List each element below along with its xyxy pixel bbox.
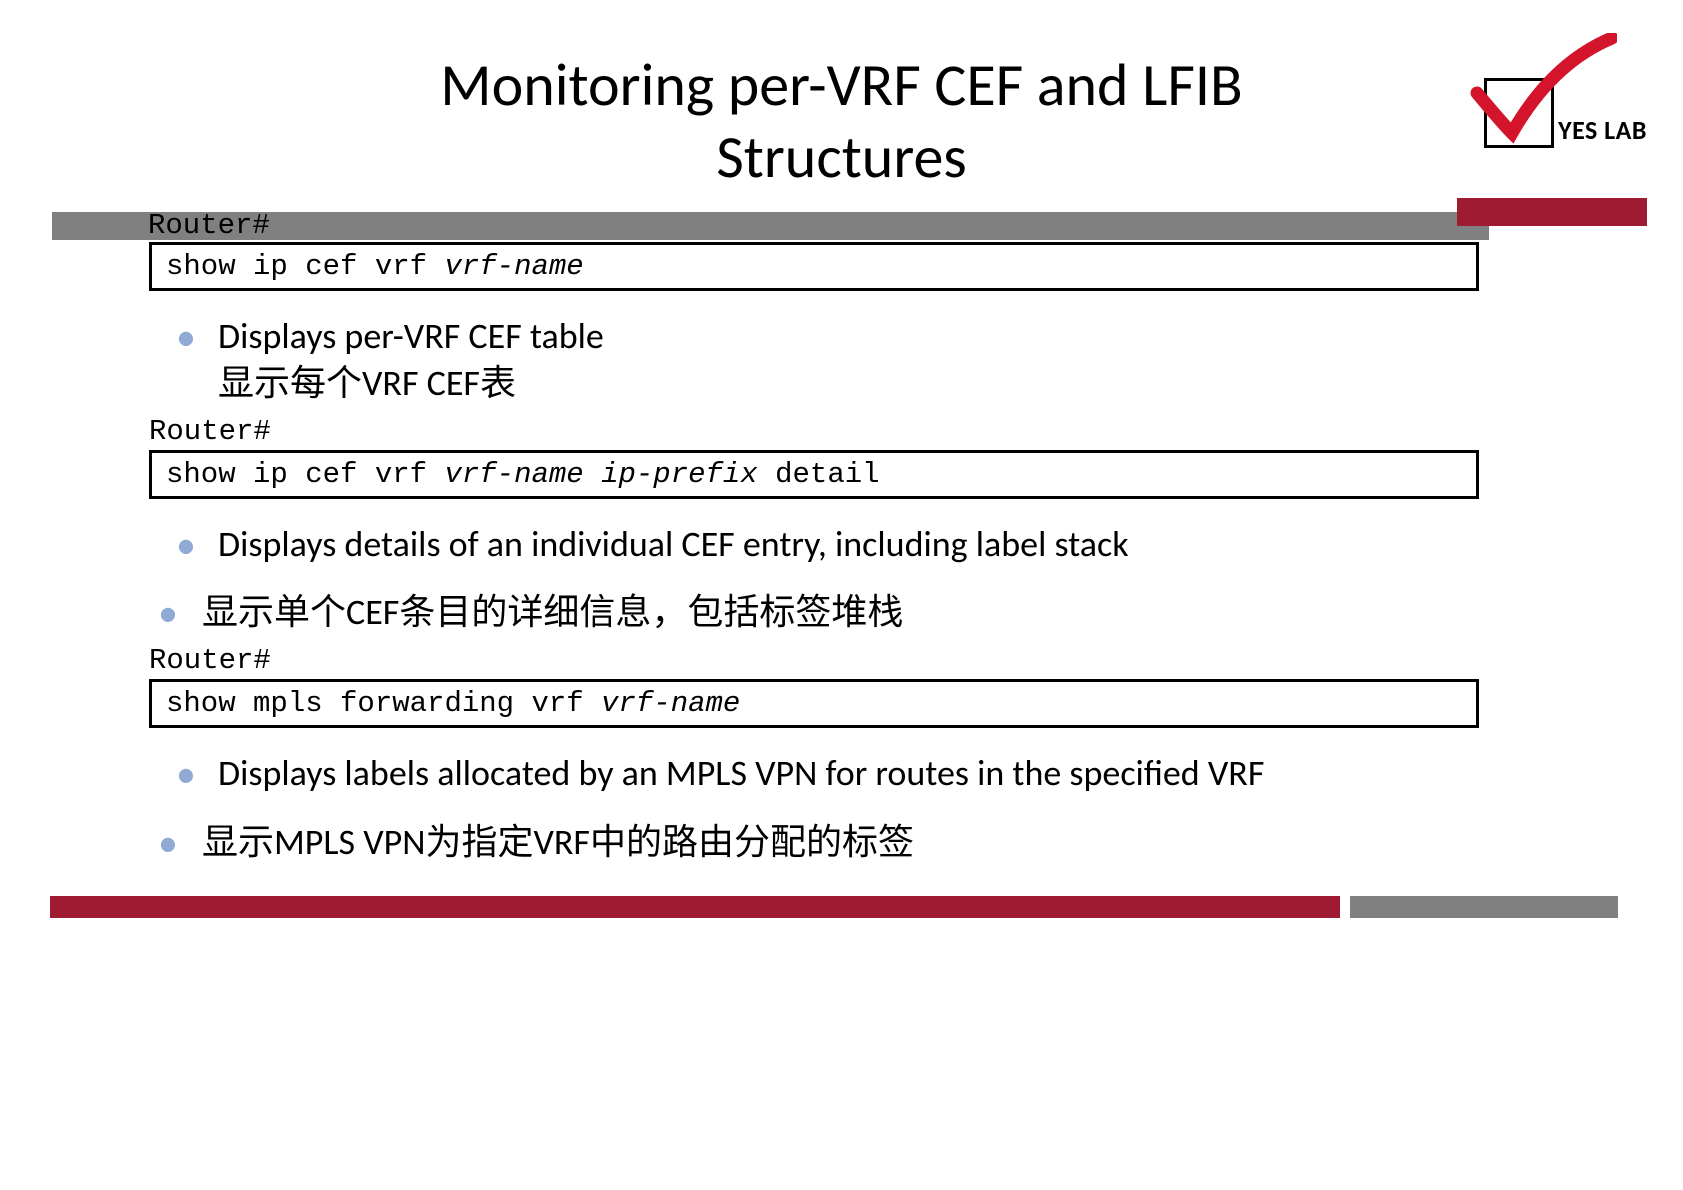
title-line-2: Structures <box>716 121 967 194</box>
command-box-3: show mpls forwarding vrf vrf-name <box>149 679 1479 728</box>
header-red-accent <box>1457 198 1647 226</box>
bullet-1-en-text: Displays per-VRF CEF table <box>218 314 604 358</box>
bullet-1-zh-text: 显示每个VRF CEF表 <box>218 361 516 405</box>
bullet-1-en: Displays per-VRF CEF table 显示每个VRF CEF表 <box>170 313 1543 407</box>
cmd3-arg: vrf-name <box>601 687 740 720</box>
bullet-group-2b: 显示单个CEF条目的详细信息，包括标签堆栈 <box>154 589 1543 636</box>
footer-grey-strip <box>1350 896 1618 918</box>
bullet-group-2: Displays details of an individual CEF en… <box>170 521 1543 568</box>
logo: YES LAB <box>1484 78 1647 148</box>
router-prompt-2: Router# <box>149 415 1683 448</box>
bullet-2-en: Displays details of an individual CEF en… <box>170 521 1543 568</box>
bullet-3-en: Displays labels allocated by an MPLS VPN… <box>170 750 1543 797</box>
bullet-2-zh: 显示单个CEF条目的详细信息，包括标签堆栈 <box>154 589 1543 636</box>
bullet-group-3b: 显示MPLS VPN为指定VRF中的路由分配的标签 <box>154 819 1543 866</box>
command-box-2: show ip cef vrf vrf-name ip-prefix detai… <box>149 450 1479 499</box>
cmd2-text: show ip cef vrf <box>166 458 444 491</box>
cmd1-arg: vrf-name <box>444 250 583 283</box>
command-box-1: show ip cef vrf vrf-name <box>149 242 1479 291</box>
cmd3-text: show mpls forwarding vrf <box>166 687 601 720</box>
title-line-1: Monitoring per-VRF CEF and LFIB <box>440 49 1242 122</box>
router-prompt-3: Router# <box>149 644 1683 677</box>
slide-title: Monitoring per-VRF CEF and LFIB Structur… <box>0 50 1683 194</box>
slide: Monitoring per-VRF CEF and LFIB Structur… <box>0 0 1683 1190</box>
bullet-group-1: Displays per-VRF CEF table 显示每个VRF CEF表 <box>170 313 1543 407</box>
cmd1-text: show ip cef vrf <box>166 250 444 283</box>
cmd2-arg: vrf-name ip-prefix <box>444 458 757 491</box>
header-bar: Router# <box>52 212 1489 240</box>
footer-red-strip <box>50 896 1340 918</box>
cmd2-tail: detail <box>758 458 880 491</box>
logo-box-icon <box>1484 78 1554 148</box>
bullet-3-zh: 显示MPLS VPN为指定VRF中的路由分配的标签 <box>154 819 1543 866</box>
bullet-group-3: Displays labels allocated by an MPLS VPN… <box>170 750 1543 797</box>
router-prompt-1: Router# <box>148 209 270 242</box>
logo-text: YES LAB <box>1558 114 1647 146</box>
